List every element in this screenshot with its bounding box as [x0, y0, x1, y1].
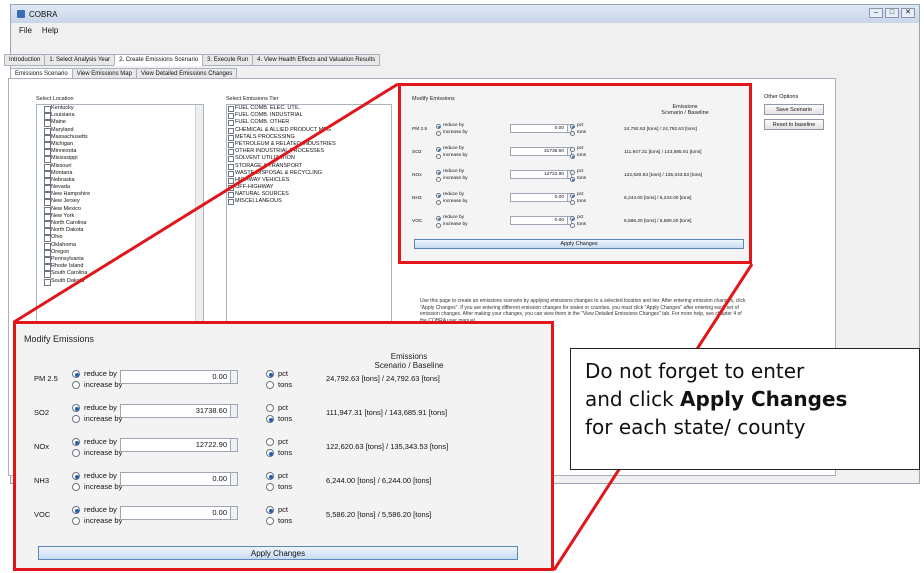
tons-label: tons — [278, 448, 293, 457]
increase-radio[interactable] — [72, 415, 80, 423]
callout-line-top-left — [13, 82, 399, 324]
callout-line1: Do not forget to enter — [585, 359, 805, 383]
value-spinner[interactable] — [230, 472, 238, 486]
reduce-label: reduce by — [84, 437, 117, 446]
reduce-label: reduce by — [84, 471, 117, 480]
pct-radio[interactable] — [266, 404, 274, 412]
pollutant-label: NH3 — [34, 476, 50, 485]
increase-radio[interactable] — [72, 381, 80, 389]
change-value-input[interactable]: 31738.60 — [120, 404, 238, 418]
value-spinner[interactable] — [230, 506, 238, 520]
emissions-result: 6,244.00 [tons] / 6,244.00 [tons] — [326, 476, 432, 485]
increase-label: increase by — [84, 380, 123, 389]
increase-label: increase by — [84, 482, 123, 491]
emissions-result: 122,620.63 [tons] / 135,343.53 [tons] — [326, 442, 449, 451]
emissions-header-line1-zoomed: Emissions — [390, 352, 428, 361]
tons-radio[interactable] — [266, 517, 274, 525]
increase-radio[interactable] — [72, 517, 80, 525]
pct-label: pct — [278, 369, 289, 378]
increase-radio[interactable] — [72, 483, 80, 491]
reduce-label: reduce by — [84, 369, 117, 378]
value-spinner[interactable] — [230, 404, 238, 418]
reduce-radio[interactable] — [72, 370, 80, 378]
pct-label: pct — [278, 403, 289, 412]
pct-radio[interactable] — [266, 506, 274, 514]
emissions-header-zoomed: Emissions Scenario / Baseline — [334, 352, 484, 370]
emissions-result: 111,947.31 [tons] / 143,685.91 [tons] — [326, 408, 448, 417]
increase-label: increase by — [84, 448, 123, 457]
pct-radio[interactable] — [266, 370, 274, 378]
tons-label: tons — [278, 414, 293, 423]
callout-line2-prefix: and click — [585, 387, 681, 411]
pollutant-label: NOx — [34, 442, 49, 451]
modify-emissions-zoomed: Modify Emissions Emissions Scenario / Ba… — [14, 322, 552, 568]
pct-radio[interactable] — [266, 472, 274, 480]
increase-label: increase by — [84, 516, 123, 525]
pct-label: pct — [278, 471, 289, 480]
tons-label: tons — [278, 516, 293, 525]
increase-label: increase by — [84, 414, 123, 423]
emissions-header-line2-zoomed: Scenario / Baseline — [374, 361, 444, 370]
reduce-radio[interactable] — [72, 404, 80, 412]
apply-changes-button[interactable]: Apply Changes — [38, 546, 518, 560]
reduce-label: reduce by — [84, 403, 117, 412]
value-spinner[interactable] — [230, 438, 238, 452]
change-value-input[interactable]: 0.00 — [120, 506, 238, 520]
emissions-result: 5,586.20 [tons] / 5,586.20 [tons] — [326, 510, 432, 519]
reduce-radio[interactable] — [72, 472, 80, 480]
change-value-input[interactable]: 0.00 — [120, 370, 238, 384]
pct-radio[interactable] — [266, 438, 274, 446]
pollutant-label: SO2 — [34, 408, 50, 417]
reduce-radio[interactable] — [72, 438, 80, 446]
reduce-label: reduce by — [84, 505, 117, 514]
tons-radio[interactable] — [266, 415, 274, 423]
modify-emissions-title-zoomed: Modify Emissions — [24, 334, 95, 344]
instruction-callout: Do not forget to enter and click Apply C… — [570, 348, 920, 470]
callout-line2-bold: Apply Changes — [680, 387, 848, 411]
tons-radio[interactable] — [266, 381, 274, 389]
pct-label: pct — [278, 505, 289, 514]
reduce-radio[interactable] — [72, 506, 80, 514]
tons-radio[interactable] — [266, 483, 274, 491]
emissions-result: 24,792.63 [tons] / 24,792.63 [tons] — [326, 374, 440, 383]
pct-label: pct — [278, 437, 289, 446]
tons-label: tons — [278, 482, 293, 491]
tons-radio[interactable] — [266, 449, 274, 457]
tons-label: tons — [278, 380, 293, 389]
change-value-input[interactable]: 0.00 — [120, 472, 238, 486]
pollutant-label: VOC — [34, 510, 51, 519]
callout-line2: and click Apply Changes — [585, 385, 919, 413]
pollutant-label: PM 2.5 — [34, 374, 58, 383]
callout-line3: for each state/ county — [585, 415, 806, 439]
change-value-input[interactable]: 12722.90 — [120, 438, 238, 452]
increase-radio[interactable] — [72, 449, 80, 457]
value-spinner[interactable] — [230, 370, 238, 384]
